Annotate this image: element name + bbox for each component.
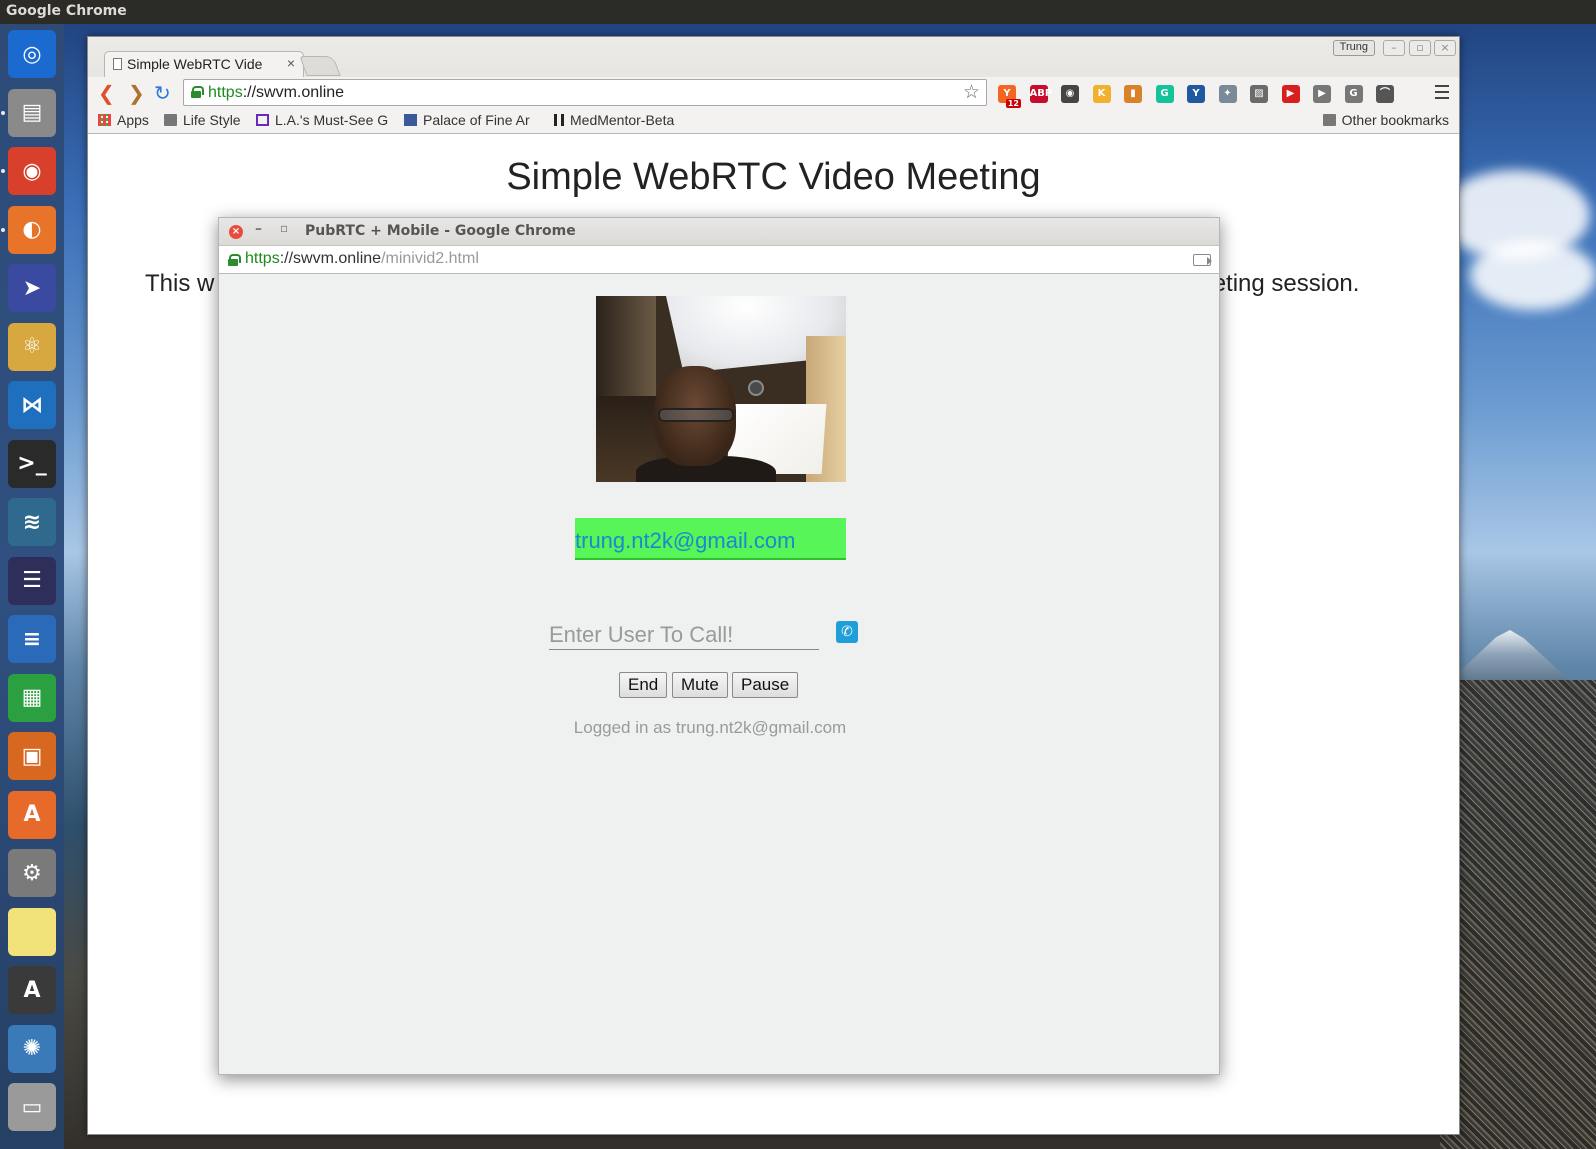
secure-lock-icon: [228, 254, 241, 266]
back-icon[interactable]: ❮: [98, 83, 115, 103]
gmail-offline-icon[interactable]: G: [1344, 85, 1363, 103]
bookmark-medmentor[interactable]: MedMentor-Beta: [554, 112, 689, 128]
popup-title: PubRTC + Mobile - Google Chrome: [305, 223, 576, 239]
settings-icon[interactable]: ⚙: [8, 849, 56, 897]
tab-title: Simple WebRTC Vide: [127, 56, 263, 72]
reload-icon[interactable]: ↻: [154, 83, 171, 103]
popup-url-bar: https://swvm.online/minivid2.html: [219, 246, 1219, 274]
forward-icon[interactable]: ❯: [128, 83, 145, 103]
end-button[interactable]: End: [619, 672, 668, 698]
eclipse-icon[interactable]: ☰: [8, 556, 56, 605]
call-user-input[interactable]: [549, 620, 819, 650]
popup-url-scheme: https: [245, 250, 280, 267]
youtube-icon[interactable]: ▶: [1281, 85, 1300, 103]
grammarly-icon[interactable]: G: [1155, 85, 1174, 103]
updater-icon[interactable]: A: [8, 966, 56, 1014]
url-scheme: https: [208, 84, 243, 101]
terminal-icon[interactable]: >_: [8, 439, 56, 488]
browser-toolbar: ❮ ❯ ↻ https://swvm.online ☆ Y 12 ABP ◉ K ▮ G Y ✦…: [88, 77, 1459, 109]
running-indicator: [1, 169, 5, 173]
kanbanflow-icon[interactable]: K: [1092, 85, 1111, 103]
bookmark-la-must-see[interactable]: L.A.'s Must-See G: [256, 112, 391, 128]
hn-extension-icon[interactable]: Y 12: [998, 85, 1021, 108]
pause-button[interactable]: Pause: [732, 672, 799, 698]
bookmarks-bar: Apps Life Style L.A.'s Must-See G Palace…: [88, 109, 1459, 133]
link-icon: [256, 114, 269, 126]
popup-url-path: /minivid2.html: [381, 250, 479, 267]
profile-button[interactable]: Trung: [1332, 40, 1375, 56]
other-bookmarks[interactable]: Other bookmarks: [1322, 112, 1449, 128]
close-tab-icon[interactable]: ×: [287, 55, 295, 71]
logged-in-status: Logged in as trung.nt2k@gmail.com: [573, 718, 847, 737]
bookmark-star-icon[interactable]: ☆: [963, 81, 980, 104]
mysql-workbench-icon[interactable]: ≋: [8, 498, 56, 546]
vscode-icon[interactable]: ⋈: [8, 381, 56, 429]
chrome-menu-icon[interactable]: [1435, 85, 1449, 99]
mute-button[interactable]: Mute: [672, 672, 728, 698]
screenshot-icon[interactable]: ▨: [1250, 85, 1268, 103]
video-feed: [596, 296, 846, 482]
address-bar[interactable]: https://swvm.online ☆: [183, 79, 987, 106]
bookmark-palace-fine-art[interactable]: Palace of Fine Ar: [404, 112, 541, 128]
ghostery-icon[interactable]: ◉: [1061, 85, 1079, 103]
extension-badge: 12: [1005, 99, 1021, 108]
username-display: trung.nt2k@gmail.com: [575, 518, 846, 560]
caduceus-icon: [554, 114, 564, 126]
chrome-icon[interactable]: ◉: [8, 147, 56, 195]
bookmark-apps[interactable]: Apps: [98, 112, 149, 128]
pushbullet-icon[interactable]: ▶: [1313, 85, 1331, 103]
popup-titlebar: × – ▫ PubRTC + Mobile - Google Chrome: [219, 218, 1219, 246]
atom-icon[interactable]: ⚛: [8, 322, 56, 371]
popup-url-host: ://swvm.online: [279, 250, 382, 267]
screen-share-icon[interactable]: ➤: [8, 264, 56, 312]
description-start: This w: [145, 270, 215, 297]
active-app-name: Google Chrome: [6, 3, 127, 19]
new-tab-button[interactable]: [299, 56, 341, 76]
sticky-notes-icon[interactable]: [8, 907, 56, 956]
minimize-icon[interactable]: –: [255, 221, 262, 237]
bookmark-sync-icon[interactable]: ⌒: [1376, 85, 1394, 103]
camera-icon[interactable]: [1193, 254, 1212, 266]
firefox-icon[interactable]: ◐: [8, 205, 56, 254]
maximize-icon[interactable]: ▫: [1409, 40, 1431, 56]
ubuntu-dash-icon[interactable]: ◎: [8, 30, 56, 78]
calc-icon[interactable]: ▦: [8, 673, 56, 722]
chrome-frame: Simple WebRTC Vide × Trung – ▫ × ❮ ❯ ↻ h…: [88, 37, 1459, 134]
page-icon: [113, 58, 122, 70]
minimize-icon[interactable]: –: [1383, 40, 1405, 56]
adblock-plus-icon[interactable]: ABP: [1029, 85, 1052, 103]
browser-tab[interactable]: Simple WebRTC Vide ×: [104, 51, 304, 77]
writer-icon[interactable]: ≡: [8, 615, 56, 663]
folder-icon: [164, 114, 177, 126]
secure-lock-icon: [191, 86, 204, 98]
top-panel: Google Chrome: [0, 0, 1596, 24]
usb-drive-icon[interactable]: ▭: [8, 1083, 56, 1131]
page-title: Simple WebRTC Video Meeting: [506, 156, 1041, 198]
close-icon[interactable]: ×: [229, 225, 243, 239]
keep-icon[interactable]: ▮: [1124, 85, 1142, 103]
apps-grid-icon: [98, 114, 111, 126]
folder-icon: [1322, 114, 1336, 126]
running-indicator: [1, 227, 5, 232]
url-host: ://swvm.online: [242, 84, 345, 101]
running-indicator: [1, 110, 5, 115]
darktable-icon[interactable]: ✺: [8, 1024, 56, 1073]
bookmark-life-style[interactable]: Life Style: [164, 112, 241, 128]
close-window-icon[interactable]: ×: [1434, 40, 1456, 56]
impress-icon[interactable]: ▣: [8, 732, 56, 780]
wallpaper-city: [1440, 680, 1596, 1149]
vimium-icon[interactable]: Y: [1187, 85, 1205, 103]
phone-call-icon[interactable]: ✆: [836, 621, 858, 643]
maximize-icon[interactable]: ▫: [280, 221, 288, 235]
software-center-icon[interactable]: A: [8, 790, 56, 839]
popup-window: × – ▫ PubRTC + Mobile - Google Chrome ht…: [218, 217, 1220, 1075]
dropbox-icon[interactable]: ✦: [1218, 85, 1237, 103]
facebook-icon: [404, 114, 417, 126]
unity-launcher: ◎ ▤ ◉ ◐ ➤ ⚛ ⋈ >_ ≋ ☰ ≡ ▦ ▣ A ⚙ A ✺ ▭: [0, 24, 64, 1149]
wallpaper-cloud: [1470, 240, 1596, 310]
files-icon[interactable]: ▤: [8, 88, 56, 137]
